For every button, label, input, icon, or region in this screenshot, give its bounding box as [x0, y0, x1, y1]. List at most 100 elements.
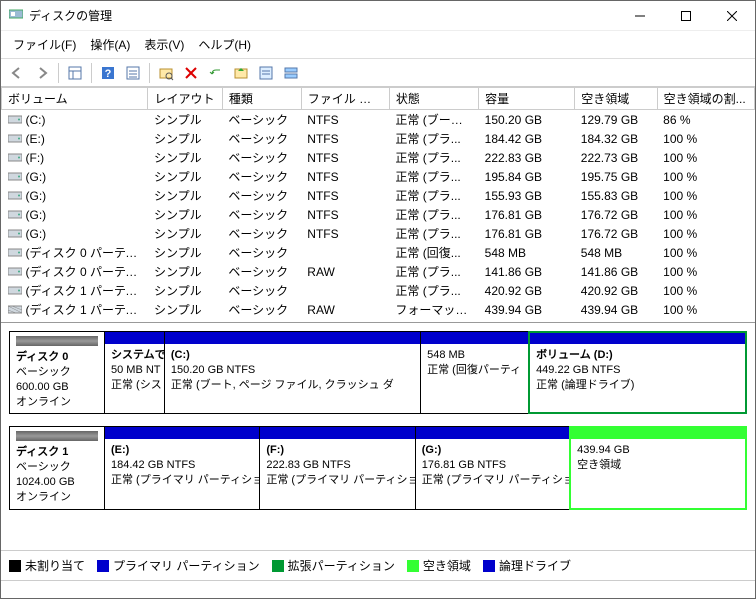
app-icon [9, 7, 23, 24]
vol-type: ベーシック [222, 300, 301, 319]
properties-button[interactable] [121, 62, 145, 84]
vol-free: 176.72 GB [575, 224, 657, 243]
col-status[interactable]: 状態 [389, 88, 478, 110]
disk-header[interactable]: ディスク 1ベーシック1024.00 GBオンライン [9, 426, 105, 509]
disk-row: ディスク 0ベーシック600.00 GBオンラインシステムで50 MB NT正常… [9, 331, 747, 414]
partition[interactable]: システムで50 MB NT正常 (シス [105, 332, 164, 413]
vol-status: 正常 (プラ... [389, 167, 478, 186]
legend-extended: 拡張パーティション [272, 557, 395, 574]
vol-free: 420.92 GB [575, 281, 657, 300]
vol-type: ベーシック [222, 129, 301, 148]
list-button[interactable] [254, 62, 278, 84]
disk-row: ディスク 1ベーシック1024.00 GBオンライン(E:)184.42 GB … [9, 426, 747, 509]
menu-help[interactable]: ヘルプ(H) [192, 33, 257, 56]
menu-action[interactable]: 操作(A) [84, 33, 136, 56]
col-free[interactable]: 空き領域 [575, 88, 657, 110]
table-row[interactable]: (E:)シンプルベーシックNTFS正常 (プラ...184.42 GB184.3… [2, 129, 755, 148]
vol-type: ベーシック [222, 167, 301, 186]
legend-free: 空き領域 [407, 557, 471, 574]
vol-fs: NTFS [301, 129, 389, 148]
volume-icon [8, 152, 22, 163]
volume-icon [8, 285, 22, 296]
vol-status: 正常 (プラ... [389, 205, 478, 224]
toolbar-sep [58, 63, 59, 83]
delete-button[interactable] [179, 62, 203, 84]
vol-status: 正常 (プラ... [389, 224, 478, 243]
col-type[interactable]: 種類 [222, 88, 301, 110]
vol-fs: RAW [301, 300, 389, 319]
vol-name: (ディスク 1 パーティシ... [26, 303, 148, 317]
table-row[interactable]: (G:)シンプルベーシックNTFS正常 (プラ...176.81 GB176.7… [2, 205, 755, 224]
partition[interactable]: ボリューム (D:)449.22 GB NTFS正常 (論理ドライブ) [529, 332, 746, 413]
disk-header[interactable]: ディスク 0ベーシック600.00 GBオンライン [9, 331, 105, 414]
partition[interactable]: 439.94 GB空き領域 [570, 427, 746, 508]
table-row[interactable]: (F:)シンプルベーシックNTFS正常 (プラ...222.83 GB222.7… [2, 148, 755, 167]
vol-type: ベーシック [222, 110, 301, 130]
partition[interactable]: (E:)184.42 GB NTFS正常 (プライマリ パーティション) [105, 427, 259, 508]
partition[interactable]: (G:)176.81 GB NTFS正常 (プライマリ パーティション) [415, 427, 570, 508]
table-row[interactable]: (G:)シンプルベーシックNTFS正常 (プラ...195.84 GB195.7… [2, 167, 755, 186]
vol-free: 439.94 GB [575, 300, 657, 319]
volume-icon [8, 266, 22, 277]
vol-free: 129.79 GB [575, 110, 657, 130]
vol-capacity: 176.81 GB [479, 205, 575, 224]
vol-fs: NTFS [301, 110, 389, 130]
col-fs[interactable]: ファイル システム [301, 88, 389, 110]
volume-table[interactable]: ボリューム レイアウト 種類 ファイル システム 状態 容量 空き領域 空き領域… [1, 87, 755, 323]
col-volume[interactable]: ボリューム [2, 88, 148, 110]
explore-button[interactable] [154, 62, 178, 84]
vol-pct: 86 % [657, 110, 754, 130]
vol-pct: 100 % [657, 281, 754, 300]
legend-unallocated: 未割り当て [9, 557, 85, 574]
help-button[interactable]: ? [96, 62, 120, 84]
close-button[interactable] [709, 1, 755, 31]
col-capacity[interactable]: 容量 [479, 88, 575, 110]
table-row[interactable]: (G:)シンプルベーシックNTFS正常 (プラ...176.81 GB176.7… [2, 224, 755, 243]
table-row[interactable]: (G:)シンプルベーシックNTFS正常 (プラ...155.93 GB155.8… [2, 186, 755, 205]
partition[interactable]: 548 MB正常 (回復パーティ [420, 332, 529, 413]
volume-icon [8, 171, 22, 182]
forward-button[interactable] [30, 62, 54, 84]
partition[interactable]: (F:)222.83 GB NTFS正常 (プライマリ パーティション) [259, 427, 414, 508]
vol-free: 222.73 GB [575, 148, 657, 167]
volume-icon [8, 209, 22, 220]
vol-pct: 100 % [657, 129, 754, 148]
vol-capacity: 548 MB [479, 243, 575, 262]
vol-capacity: 141.86 GB [479, 262, 575, 281]
partition[interactable]: (C:)150.20 GB NTFS正常 (ブート, ページ ファイル, クラッ… [164, 332, 420, 413]
vol-status: フォーマット中 [389, 300, 478, 319]
table-row[interactable]: (ディスク 0 パーティシ...シンプルベーシックRAW正常 (プラ...141… [2, 262, 755, 281]
vol-status: 正常 (回復... [389, 243, 478, 262]
vol-status: 正常 (プラ... [389, 281, 478, 300]
vol-pct: 100 % [657, 186, 754, 205]
graphical-view-button[interactable] [279, 62, 303, 84]
vol-status: 正常 (プラ... [389, 262, 478, 281]
menu-view[interactable]: 表示(V) [138, 33, 190, 56]
vol-capacity: 195.84 GB [479, 167, 575, 186]
vol-name: (ディスク 0 パーティシ... [26, 265, 148, 279]
vol-fs [301, 281, 389, 300]
vol-fs: NTFS [301, 205, 389, 224]
undo-button[interactable] [204, 62, 228, 84]
vol-pct: 100 % [657, 243, 754, 262]
toolbar-sep [149, 63, 150, 83]
table-row[interactable]: (ディスク 0 パーティシ...シンプルベーシック正常 (回復...548 MB… [2, 243, 755, 262]
show-hide-tree-button[interactable] [63, 62, 87, 84]
vol-capacity: 184.42 GB [479, 129, 575, 148]
vol-capacity: 222.83 GB [479, 148, 575, 167]
vol-layout: シンプル [148, 148, 222, 167]
table-row[interactable]: (C:)シンプルベーシックNTFS正常 (ブート...150.20 GB129.… [2, 110, 755, 130]
vol-type: ベーシック [222, 243, 301, 262]
col-layout[interactable]: レイアウト [148, 88, 222, 110]
extend-button[interactable] [229, 62, 253, 84]
table-row[interactable]: (ディスク 1 パーティシ...シンプルベーシックRAWフォーマット中439.9… [2, 300, 755, 319]
back-button[interactable] [5, 62, 29, 84]
status-bar [1, 580, 755, 598]
vol-pct: 100 % [657, 224, 754, 243]
table-row[interactable]: (ディスク 1 パーティシ...シンプルベーシック正常 (プラ...420.92… [2, 281, 755, 300]
col-freepct[interactable]: 空き領域の割... [657, 88, 754, 110]
minimize-button[interactable] [617, 1, 663, 31]
vol-pct: 100 % [657, 167, 754, 186]
menu-file[interactable]: ファイル(F) [7, 33, 82, 56]
maximize-button[interactable] [663, 1, 709, 31]
